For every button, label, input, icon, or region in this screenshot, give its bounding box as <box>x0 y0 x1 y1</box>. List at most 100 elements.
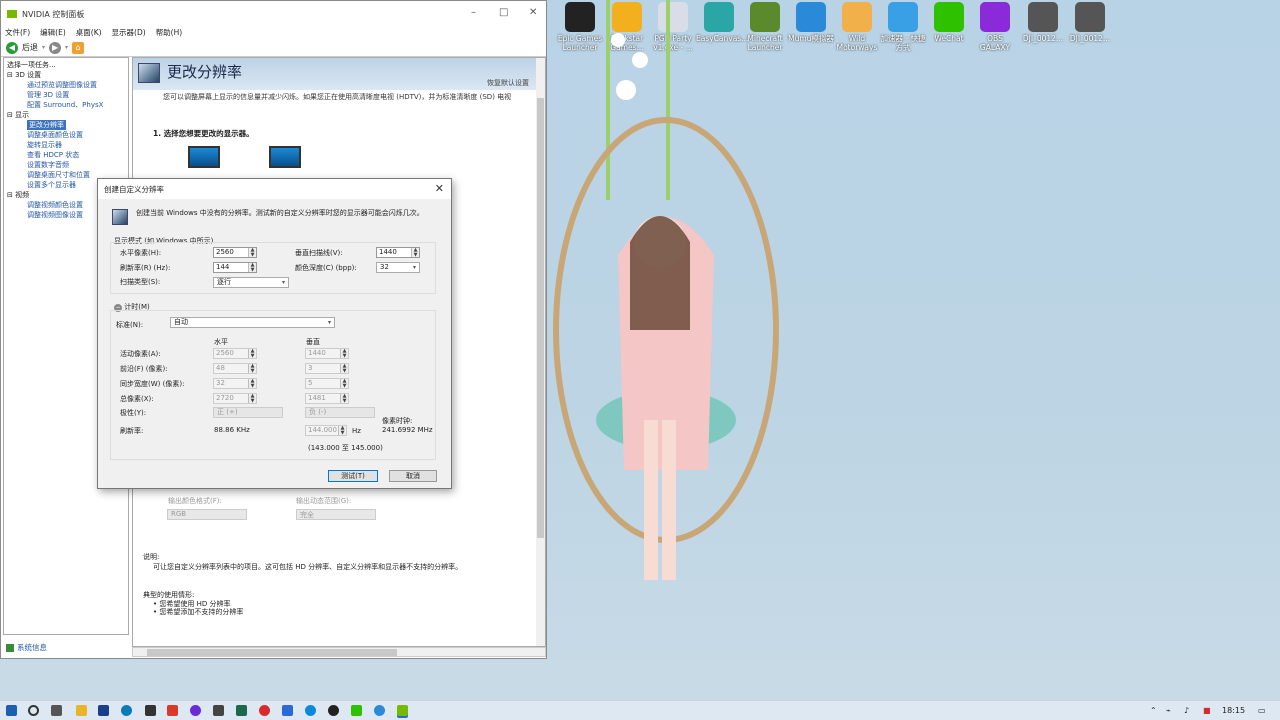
desktop-icon[interactable]: 加速器 - 快捷方式 <box>880 2 926 52</box>
office-icon[interactable] <box>167 705 178 716</box>
tree-item[interactable]: 查看 HDCP 状态 <box>7 150 125 160</box>
desktop-icon[interactable]: Wild Motorways <box>834 2 880 52</box>
collapse-icon[interactable]: ⊟ <box>7 191 15 199</box>
spin-arrows-icon[interactable]: ▲ ▼ <box>248 349 256 358</box>
search-icon[interactable] <box>28 705 39 716</box>
timing-h-input[interactable]: 2560 ▲ ▼ <box>213 348 257 359</box>
file-explorer-icon[interactable] <box>76 705 87 716</box>
home-icon[interactable]: ⌂ <box>72 41 85 54</box>
taskbar-app-icon[interactable] <box>145 705 156 716</box>
forward-arrow-icon[interactable]: ▶ <box>49 41 62 54</box>
dialog-close-button[interactable]: ✕ <box>435 182 444 195</box>
nvidia-taskbar-icon[interactable] <box>397 705 408 716</box>
spin-arrows-icon[interactable]: ▲ ▼ <box>248 379 256 388</box>
taskbar-app-icon[interactable] <box>282 705 293 716</box>
tree-item[interactable]: 旋转显示器 <box>7 140 125 150</box>
edge-icon[interactable] <box>121 705 132 716</box>
taskbar-app-icon[interactable] <box>213 705 224 716</box>
tree-category[interactable]: ⊟ 显示 <box>7 110 125 120</box>
timing-h-input[interactable]: 2720 ▲ ▼ <box>213 393 257 404</box>
desktop-icon[interactable]: DJI_0012... <box>1067 2 1113 43</box>
color-depth-select[interactable]: 32 ▾ <box>376 262 420 273</box>
taskbar-app-icon[interactable] <box>305 705 316 716</box>
menu-edit[interactable]: 编辑(E) <box>40 27 66 39</box>
tree-category[interactable]: ⊟ 3D 设置 <box>7 70 125 80</box>
v-lines-input[interactable]: 1440 ▲ ▼ <box>376 247 420 258</box>
standard-select[interactable]: 自动 ▾ <box>170 317 335 328</box>
output-color-format-select[interactable]: RGB <box>167 509 247 520</box>
tray-app-icon[interactable]: ■ <box>1203 706 1211 715</box>
spin-arrows-icon[interactable]: ▲ ▼ <box>340 379 348 388</box>
system-info-link[interactable]: 系统信息 <box>6 642 47 653</box>
spin-arrows-icon[interactable]: ▲ ▼ <box>340 394 348 403</box>
back-arrow-icon[interactable]: ◀ <box>6 41 18 54</box>
restore-defaults-link[interactable]: 恢复默认设置 <box>487 78 529 88</box>
refresh-v-input[interactable]: 144.000 ▲ ▼ <box>305 425 347 436</box>
tree-item[interactable]: 管理 3D 设置 <box>7 90 125 100</box>
polarity-v-select[interactable]: 负 (-) <box>305 407 375 418</box>
cancel-button[interactable]: 取消 <box>389 470 437 482</box>
timing-h-input[interactable]: 32 ▲ ▼ <box>213 378 257 389</box>
spin-arrows-icon[interactable]: ▲ ▼ <box>248 263 256 272</box>
timing-v-input[interactable]: 1440 ▲ ▼ <box>305 348 349 359</box>
maximize-button[interactable]: □ <box>499 7 508 18</box>
menu-display[interactable]: 显示器(D) <box>112 27 146 39</box>
tray-volume-icon[interactable]: ♪ <box>1184 706 1189 715</box>
tray-chevron-icon[interactable]: ⌃ <box>1150 706 1157 715</box>
spin-arrows-icon[interactable]: ▲ ▼ <box>340 349 348 358</box>
collapse-icon[interactable]: ⊟ <box>7 71 15 79</box>
timing-h-input[interactable]: 48 ▲ ▼ <box>213 363 257 374</box>
spin-arrows-icon[interactable]: ▲ ▼ <box>248 248 256 257</box>
tree-item[interactable]: 通过预览调整图像设置 <box>7 80 125 90</box>
back-button[interactable]: 后退 <box>22 42 38 53</box>
scrollbar-thumb[interactable] <box>537 98 544 538</box>
tree-item[interactable]: 设置数字音频 <box>7 160 125 170</box>
close-button[interactable]: ✕ <box>529 7 537 18</box>
tree-item[interactable]: 调整桌面颜色设置 <box>7 130 125 140</box>
tree-item[interactable]: 配置 Surround、PhysX <box>7 100 125 110</box>
timing-v-input[interactable]: 3 ▲ ▼ <box>305 363 349 374</box>
menu-file[interactable]: 文件(F) <box>5 27 30 39</box>
timing-v-input[interactable]: 1481 ▲ ▼ <box>305 393 349 404</box>
tree-item[interactable]: 更改分辨率 <box>7 120 125 130</box>
collapse-icon[interactable]: ⊟ <box>7 111 15 119</box>
windows-start-icon[interactable] <box>6 705 17 716</box>
scrollbar-thumb[interactable] <box>147 649 397 656</box>
menu-help[interactable]: 帮助(H) <box>156 27 183 39</box>
back-dropdown-icon[interactable]: ▾ <box>42 44 45 51</box>
spin-arrows-icon[interactable]: ▲ ▼ <box>248 364 256 373</box>
taskbar-app-icon[interactable] <box>98 705 109 716</box>
minimize-button[interactable]: – <box>471 7 476 18</box>
desktop-icon[interactable]: OBS GALAXY <box>972 2 1018 52</box>
obs-icon[interactable] <box>190 705 201 716</box>
vertical-scrollbar[interactable] <box>536 58 545 646</box>
spin-arrows-icon[interactable]: ▲ ▼ <box>411 248 419 257</box>
horizontal-scrollbar[interactable] <box>132 647 546 657</box>
spin-arrows-icon[interactable]: ▲ ▼ <box>248 394 256 403</box>
test-button[interactable]: 测试(T) <box>328 470 378 482</box>
clock-time[interactable]: 18:15 <box>1222 706 1245 715</box>
desktop-icon[interactable]: Mumu模拟器 <box>788 2 834 43</box>
desktop-icon[interactable]: DJI_0012... <box>1020 2 1066 43</box>
steam-icon[interactable] <box>328 705 339 716</box>
spin-arrows-icon[interactable]: ▲ ▼ <box>338 426 346 435</box>
h-pixels-input[interactable]: 2560 ▲ ▼ <box>213 247 257 258</box>
timing-v-input[interactable]: 5 ▲ ▼ <box>305 378 349 389</box>
monitor-2-icon[interactable] <box>269 146 301 168</box>
wechat-icon[interactable] <box>351 705 362 716</box>
spin-arrows-icon[interactable]: ▲ ▼ <box>340 364 348 373</box>
menu-desktop[interactable]: 桌面(K) <box>76 27 102 39</box>
monitor-1-icon[interactable] <box>188 146 220 168</box>
task-view-icon[interactable] <box>51 705 62 716</box>
output-dynamic-range-select[interactable]: 完全 <box>296 509 376 520</box>
desktop-icon[interactable]: WeChat <box>926 2 972 43</box>
polarity-h-select[interactable]: 正 (+) <box>213 407 283 418</box>
notification-icon[interactable]: ▭ <box>1258 706 1266 715</box>
refresh-rate-input[interactable]: 144 ▲ ▼ <box>213 262 257 273</box>
scan-type-select[interactable]: 逐行 ▾ <box>213 277 289 288</box>
taskbar-app-icon[interactable] <box>374 705 385 716</box>
taskbar-app-icon[interactable] <box>259 705 270 716</box>
taskbar-app-icon[interactable] <box>236 705 247 716</box>
tray-network-icon[interactable]: ⌁ <box>1166 706 1171 715</box>
forward-dropdown-icon[interactable]: ▾ <box>65 44 68 51</box>
